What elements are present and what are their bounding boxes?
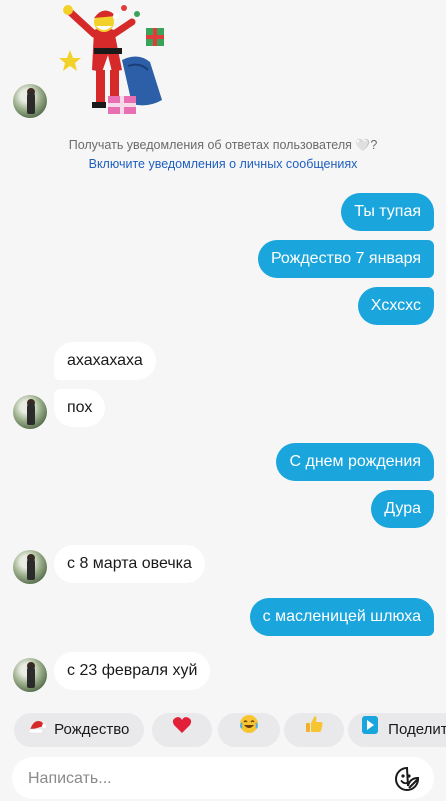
- quick-reply-laugh[interactable]: [218, 713, 280, 747]
- santa-sticker: [59, 5, 164, 114]
- outgoing-message[interactable]: С днем рождения: [276, 443, 434, 481]
- outgoing-message[interactable]: Рождество 7 января: [257, 240, 434, 278]
- contact-avatar[interactable]: [13, 658, 47, 692]
- quick-reply-label: Рождество: [54, 721, 130, 738]
- notification-prompt-qmark: ?: [370, 138, 378, 152]
- outgoing-message[interactable]: Дура: [371, 490, 434, 528]
- contact-avatar[interactable]: [13, 395, 47, 429]
- enable-notifications-link[interactable]: Включите уведомления о личных сообщениях: [0, 157, 446, 171]
- sticker-smile-icon[interactable]: [394, 766, 420, 792]
- notification-prompt-text: Получать уведомления об ответах пользова…: [68, 138, 352, 152]
- heart-icon: [172, 713, 192, 747]
- quick-reply-label: Поделит: [388, 721, 446, 738]
- outgoing-message[interactable]: Хсхсхс: [357, 287, 434, 325]
- outgoing-message[interactable]: с масленицей шлюха: [249, 598, 434, 636]
- santa-hat-icon: [28, 713, 46, 747]
- laughing-face-icon: [239, 713, 259, 747]
- incoming-message[interactable]: ахахахаха: [54, 342, 156, 380]
- message-input[interactable]: [26, 757, 380, 801]
- contact-avatar[interactable]: [13, 550, 47, 584]
- incoming-message[interactable]: с 23 февраля хуй: [54, 652, 211, 690]
- notification-prompt: Получать уведомления об ответах пользова…: [0, 138, 446, 152]
- thumbs-up-icon: [304, 713, 324, 747]
- message-composer: [12, 757, 434, 801]
- incoming-message[interactable]: пох: [54, 389, 106, 427]
- quick-replies-bar: Рождество Поделит: [14, 713, 446, 749]
- quick-reply-heart[interactable]: [152, 713, 212, 747]
- outgoing-message[interactable]: Ты тупая: [341, 193, 434, 231]
- contact-avatar[interactable]: [13, 84, 47, 118]
- quick-reply-christmas[interactable]: Рождество: [14, 713, 144, 747]
- share-play-icon: [362, 713, 378, 747]
- incoming-message[interactable]: с 8 марта овечка: [54, 545, 205, 583]
- white-heart-icon: 🤍: [355, 138, 371, 152]
- quick-reply-like[interactable]: [284, 713, 344, 747]
- quick-reply-share[interactable]: Поделит: [348, 713, 446, 747]
